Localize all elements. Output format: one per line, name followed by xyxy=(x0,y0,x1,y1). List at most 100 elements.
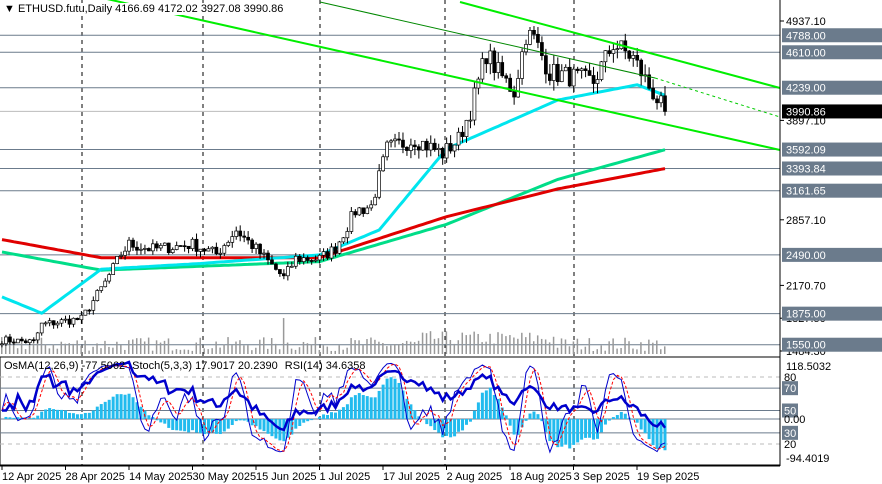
candle-bear xyxy=(424,140,429,151)
candle-bull xyxy=(345,231,350,239)
osma-bar xyxy=(36,415,40,419)
volume-bar xyxy=(84,340,86,354)
osma-bar xyxy=(32,417,36,419)
volume-bar xyxy=(239,340,241,354)
volume-bar xyxy=(564,339,567,354)
osma-bar xyxy=(429,419,433,427)
volume-bar xyxy=(286,342,289,354)
osma-bar xyxy=(67,412,71,419)
chart-window: 4937.103897.102857.102170.701827.501484.… xyxy=(0,0,882,484)
osma-bar xyxy=(389,377,393,419)
volume-bar xyxy=(652,342,654,354)
volume-bar xyxy=(513,337,515,354)
osma-bar xyxy=(12,417,16,419)
x-tick-label: 12 Apr 2025 xyxy=(2,471,61,483)
candle-bull xyxy=(357,207,362,216)
volume-bar xyxy=(147,337,150,354)
price-level-label: 2490.00 xyxy=(786,250,826,262)
volume-bar xyxy=(199,337,201,354)
volume-bar xyxy=(278,349,281,354)
candle-bear xyxy=(492,50,497,73)
osma-bar xyxy=(75,414,79,419)
candle-bear xyxy=(178,245,183,247)
candle-bear xyxy=(202,248,207,252)
candle-bull xyxy=(293,255,298,267)
price-chart[interactable]: 4937.103897.102857.102170.701827.501484.… xyxy=(0,0,882,484)
candle-bull xyxy=(170,249,175,254)
candle-bear xyxy=(555,63,560,83)
volume-bar xyxy=(155,340,158,354)
volume-bar xyxy=(457,340,460,354)
candle-bear xyxy=(532,29,536,35)
candle-bull xyxy=(464,119,469,137)
osma-bar xyxy=(127,393,131,419)
candle-bull xyxy=(162,242,167,246)
volume-bar xyxy=(592,350,595,354)
osma-bar xyxy=(631,419,635,420)
candle-bull xyxy=(59,319,64,324)
candle-bear xyxy=(242,235,247,238)
x-tick-label: 19 Sep 2025 xyxy=(637,471,699,483)
volume-bar xyxy=(505,336,507,354)
candle-bear xyxy=(266,252,270,261)
candle-bull xyxy=(631,55,636,59)
osma-bar xyxy=(468,419,472,422)
candle-bull xyxy=(91,300,96,311)
osma-bar xyxy=(643,419,647,434)
candle-bull xyxy=(151,243,155,252)
volume-bar xyxy=(207,349,209,354)
candle-bull xyxy=(373,196,378,206)
osma-bar xyxy=(381,384,385,419)
osma-bar xyxy=(187,419,191,433)
price-level-label: 4239.00 xyxy=(786,83,826,95)
volume-bar xyxy=(501,333,503,354)
volume-bar xyxy=(568,346,571,354)
high-value: 4172.02 xyxy=(157,3,198,15)
candle-bull xyxy=(262,252,266,255)
osma-bar xyxy=(457,419,461,432)
candle-bear xyxy=(448,143,453,152)
osma-bar xyxy=(326,414,330,419)
volume-bar xyxy=(342,349,344,354)
osma-bar xyxy=(258,419,262,430)
volume-bar xyxy=(429,331,432,354)
osma-bar xyxy=(242,419,246,421)
candle-bull xyxy=(615,48,620,51)
volume-bar xyxy=(346,347,348,354)
osma-bar xyxy=(64,410,68,419)
volume-bar xyxy=(227,337,229,354)
osma-bar xyxy=(333,412,337,419)
dropdown-icon[interactable]: ▼ xyxy=(4,3,15,15)
rsi-label: RSI(14) 34.6358 xyxy=(284,360,366,372)
volume-bar xyxy=(433,338,436,354)
osma-bar xyxy=(580,419,584,440)
osma-bar xyxy=(377,390,381,419)
osma-bar xyxy=(365,396,369,419)
volume-bar xyxy=(298,347,301,354)
candle-bull xyxy=(520,51,524,79)
osma-bar xyxy=(584,419,588,438)
volume-bar xyxy=(270,338,273,354)
y-tick-label: 2170.70 xyxy=(786,280,826,292)
volume-bar xyxy=(548,342,551,354)
volume-bar xyxy=(362,344,364,354)
volume-bar xyxy=(326,346,329,354)
volume-bar xyxy=(401,343,404,354)
volume-bar xyxy=(417,340,420,354)
candle-bear xyxy=(147,248,151,252)
osma-bar xyxy=(341,407,345,419)
volume-bar xyxy=(88,350,90,354)
osma-bar xyxy=(568,419,572,449)
volume-bar xyxy=(310,344,313,354)
candle-bull xyxy=(559,70,564,83)
volume-bar xyxy=(616,348,618,354)
volume-bar xyxy=(318,349,321,354)
candle-bull xyxy=(206,248,211,252)
candle-bear xyxy=(23,340,28,344)
price-level-label: 1550.00 xyxy=(786,340,826,352)
volume-bar xyxy=(195,342,198,354)
volume-bar xyxy=(517,338,519,354)
osma-bar xyxy=(83,412,87,419)
osma-bar xyxy=(369,397,373,419)
volume-bar xyxy=(390,345,392,354)
